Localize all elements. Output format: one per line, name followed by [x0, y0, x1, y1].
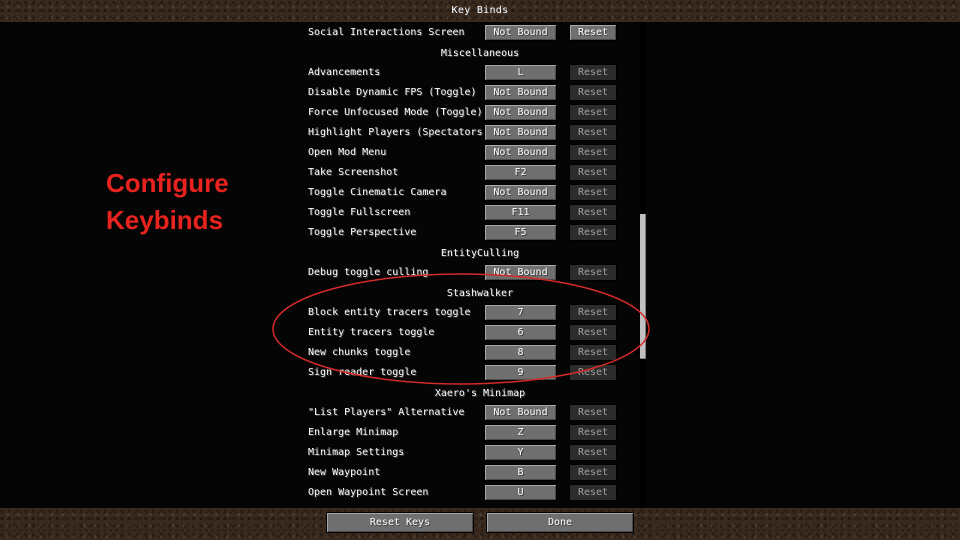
- highlight-ellipse: [272, 273, 650, 385]
- caption-line-2: Keybinds: [106, 205, 224, 235]
- keybind-label: Toggle Perspective: [308, 227, 417, 238]
- reset-button[interactable]: Reset: [569, 444, 617, 461]
- reset-button[interactable]: Reset: [569, 124, 617, 141]
- keybind-key-button[interactable]: Y: [484, 444, 557, 461]
- keybind-key-button[interactable]: Not Bound: [484, 124, 557, 141]
- reset-button[interactable]: Reset: [569, 24, 617, 41]
- keybind-label: Disable Dynamic FPS (Toggle): [308, 87, 477, 98]
- keybind-label: Open Mod Menu: [308, 147, 387, 158]
- category-header: EntityCulling: [440, 248, 520, 259]
- keybind-key-button[interactable]: Not Bound: [484, 24, 557, 41]
- keybind-key-button[interactable]: L: [484, 64, 557, 81]
- keybind-row: New Waypoint B Reset: [0, 464, 960, 484]
- keybind-row: Enlarge Minimap Z Reset: [0, 424, 960, 444]
- reset-button[interactable]: Reset: [569, 164, 617, 181]
- reset-button[interactable]: Reset: [569, 144, 617, 161]
- reset-button[interactable]: Reset: [569, 464, 617, 481]
- keybind-row: Minimap Settings Y Reset: [0, 444, 960, 464]
- reset-keys-button[interactable]: Reset Keys: [326, 512, 474, 533]
- keybind-label: New Waypoint: [308, 467, 381, 478]
- reset-button[interactable]: Reset: [569, 84, 617, 101]
- keybind-row: Advancements L Reset: [0, 64, 960, 84]
- keybind-label: Advancements: [308, 67, 381, 78]
- keybind-row: Highlight Players (Spectators) Not Bound R…: [0, 124, 960, 144]
- reset-button[interactable]: Reset: [569, 204, 617, 221]
- reset-button[interactable]: Reset: [569, 484, 617, 501]
- keybind-label: Toggle Fullscreen: [308, 207, 411, 218]
- keybind-row: Open Mod Menu Not Bound Reset: [0, 144, 960, 164]
- keybind-key-button[interactable]: Not Bound: [484, 104, 557, 121]
- done-button[interactable]: Done: [486, 512, 634, 533]
- screen-title: Key Binds: [451, 5, 509, 16]
- reset-button[interactable]: Reset: [569, 404, 617, 421]
- keybind-key-button[interactable]: U: [484, 484, 557, 501]
- keybind-label: Force Unfocused Mode (Toggle): [308, 107, 483, 118]
- keybind-row: Disable Dynamic FPS (Toggle) Not Bound Res…: [0, 84, 960, 104]
- keybind-key-button[interactable]: F11: [484, 204, 557, 221]
- keybind-row: Open Waypoint Screen U Reset: [0, 484, 960, 504]
- keybind-label: Take Screenshot: [308, 167, 399, 178]
- keybind-label: Open Waypoint Screen: [308, 487, 429, 498]
- caption-line-1: Configure: [106, 168, 229, 198]
- keybind-key-button[interactable]: F5: [484, 224, 557, 241]
- highlight-ellipse-stroke: [272, 273, 650, 385]
- reset-button[interactable]: Reset: [569, 424, 617, 441]
- category-header: Miscellaneous: [440, 48, 520, 59]
- keybind-label: "List Players" Alternative: [308, 407, 465, 418]
- keybind-row: Social Interactions Screen Not Bound Reset: [0, 24, 960, 44]
- keybind-key-button[interactable]: F2: [484, 164, 557, 181]
- reset-button[interactable]: Reset: [569, 104, 617, 121]
- keybind-list[interactable]: Social Interactions Screen Not Bound Reset…: [0, 22, 960, 508]
- category-row: EntityCulling: [0, 244, 960, 264]
- keybind-label: Social Interactions Screen: [308, 27, 465, 38]
- keybind-key-button[interactable]: Not Bound: [484, 84, 557, 101]
- caption-overlay: Configure Keybinds: [106, 165, 229, 239]
- keybind-key-button[interactable]: Z: [484, 424, 557, 441]
- reset-button[interactable]: Reset: [569, 64, 617, 81]
- keybind-key-button[interactable]: Not Bound: [484, 184, 557, 201]
- keybind-key-button[interactable]: B: [484, 464, 557, 481]
- keybind-label: Minimap Settings: [308, 447, 405, 458]
- keybind-label: Enlarge Minimap: [308, 427, 399, 438]
- footer-bar: Reset Keys Done: [0, 508, 960, 540]
- category-row: Miscellaneous: [0, 44, 960, 64]
- keybind-row: "List Players" Alternative Not Bound Reset: [0, 404, 960, 424]
- keybind-row: Force Unfocused Mode (Toggle) Not Bound Re…: [0, 104, 960, 124]
- keybind-label: Toggle Cinematic Camera: [308, 187, 447, 198]
- header-bar: Key Binds: [0, 0, 960, 22]
- reset-button[interactable]: Reset: [569, 224, 617, 241]
- keybind-key-button[interactable]: Not Bound: [484, 144, 557, 161]
- keybind-key-button[interactable]: Not Bound: [484, 404, 557, 421]
- reset-button[interactable]: Reset: [569, 184, 617, 201]
- keybind-label: Highlight Players (Spectators): [308, 127, 489, 138]
